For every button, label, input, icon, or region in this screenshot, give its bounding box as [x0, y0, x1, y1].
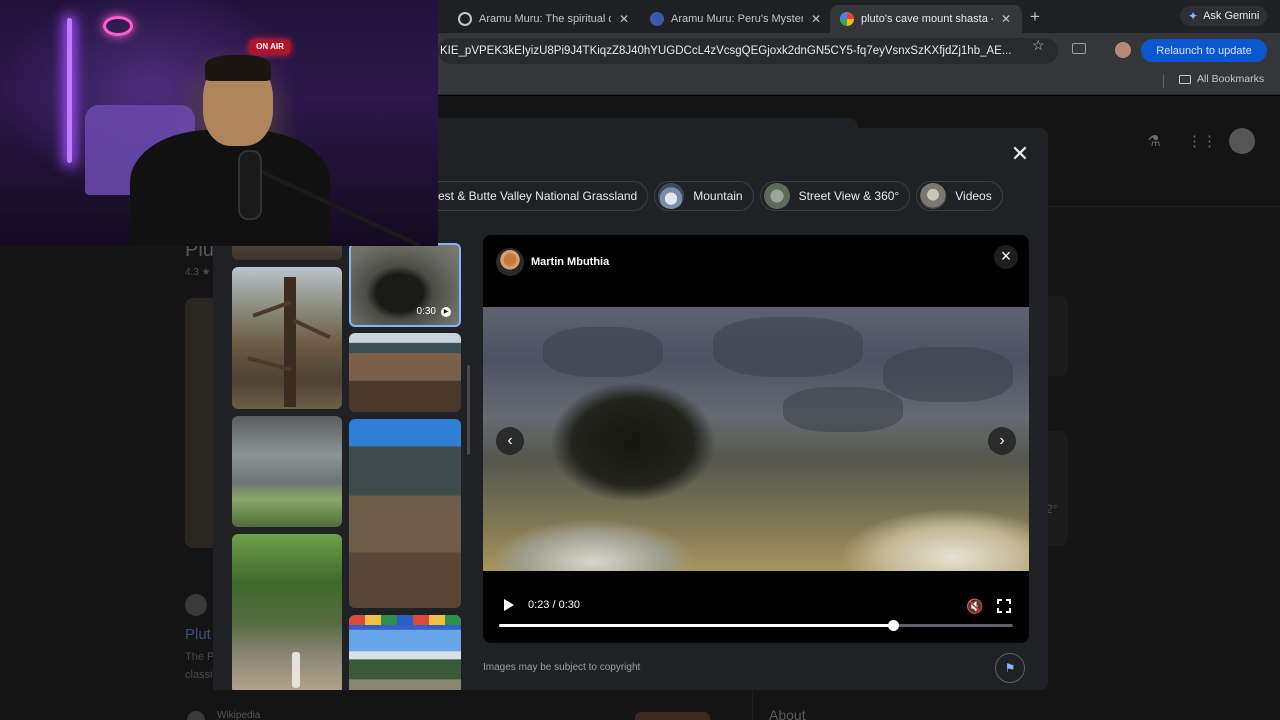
video-player: Martin Mbuthia × ‹ › 0:23 / 0:30 🔇 [483, 235, 1029, 643]
close-tab-icon[interactable]: ✕ [811, 12, 821, 26]
microphone [238, 150, 262, 220]
report-flag-icon[interactable]: ⚑ [995, 653, 1025, 683]
about-heading: About [769, 707, 806, 720]
video-thumbnail-selected[interactable]: 0:30 ▶ [349, 243, 461, 327]
tab-aramu-muru-peru[interactable]: Aramu Muru: Peru's Mysterio ✕ [640, 5, 831, 33]
tab-favicon-icon [458, 12, 472, 26]
progress-scrubber[interactable] [888, 620, 900, 631]
all-bookmarks-label: All Bookmarks [1197, 73, 1265, 85]
result-snippet: classi [185, 669, 213, 681]
tab-title: pluto's cave mount shasta - G [861, 13, 993, 25]
media-thumbnail-grid: 0:30 ▶ [232, 232, 462, 690]
gemini-sparkle-icon: ✦ [1188, 9, 1199, 23]
streamer-hair [205, 55, 271, 81]
tab-plutos-cave-search[interactable]: pluto's cave mount shasta - G ✕ [830, 5, 1022, 33]
result-snippet: The P [185, 651, 215, 663]
photo-thumbnail[interactable] [232, 267, 342, 409]
site-favicon-icon [185, 594, 207, 616]
on-air-sign: ON AIR [250, 40, 290, 54]
webcam-overlay: ON AIR [0, 0, 438, 246]
close-tab-icon[interactable]: ✕ [1001, 12, 1011, 26]
uploader-name[interactable]: Martin Mbuthia [531, 256, 609, 268]
video-duration: 0:30 ▶ [417, 306, 451, 317]
photo-thumbnail[interactable] [349, 615, 461, 690]
neon-light [67, 18, 72, 163]
street-view-thumbnail [763, 183, 790, 209]
divider [1163, 74, 1164, 88]
result-thumbnail [635, 712, 710, 720]
place-rating: 4.3 ★ [185, 267, 211, 278]
new-tab-button[interactable]: + [1030, 7, 1040, 27]
apps-grid-icon[interactable]: ⋮⋮ [1187, 132, 1217, 150]
photo-thumbnail[interactable] [349, 333, 461, 412]
photo-thumbnail[interactable] [232, 416, 342, 527]
labs-flask-icon[interactable]: ⚗ [1145, 132, 1163, 150]
uploader-avatar[interactable] [496, 248, 524, 276]
rock-texture [883, 347, 1013, 402]
tab-title: Aramu Muru: The spiritual do [479, 13, 611, 25]
address-bar[interactable]: KIE_pVPEK3kEIyizU8Pi9J4TKiqzZ8J40hYUGDCc… [438, 38, 1058, 64]
folder-icon [1179, 74, 1191, 84]
video-frame[interactable] [483, 307, 1029, 571]
muted-speaker-icon[interactable]: 🔇 [966, 598, 984, 614]
chip-butte-valley-grassland[interactable]: est & Butte Valley National Grassland [438, 181, 649, 211]
time-display: 0:23 / 0:30 [528, 599, 580, 611]
previous-arrow-icon[interactable]: ‹ [496, 427, 524, 455]
neon-ufo-sign [103, 16, 133, 36]
page-header-actions: ⚗ ⋮⋮ [1145, 128, 1255, 154]
copyright-notice: Images may be subject to copyright [483, 662, 641, 673]
video-progress-bar[interactable] [499, 620, 1013, 631]
result-link[interactable]: Plut [185, 626, 211, 643]
tree-trunk [284, 277, 296, 407]
hiker-figure [292, 652, 300, 688]
chip-label: est & Butte Valley National Grassland [438, 189, 638, 203]
tab-title: Aramu Muru: Peru's Mysterio [671, 13, 803, 25]
next-arrow-icon[interactable]: › [988, 427, 1016, 455]
chip-mountain[interactable]: Mountain [654, 181, 754, 211]
google-icon [840, 12, 854, 26]
photo-thumbnail[interactable] [232, 534, 342, 690]
play-icon[interactable] [503, 598, 515, 612]
tab-favicon-icon [650, 12, 664, 26]
rock-texture [543, 327, 663, 377]
tree-branch [293, 318, 331, 340]
info-card [1048, 296, 1068, 376]
chip-videos[interactable]: Videos [916, 181, 1003, 211]
cast-icon[interactable] [1072, 43, 1086, 54]
rock-texture [713, 317, 863, 377]
fullscreen-icon[interactable] [996, 598, 1012, 614]
ask-gemini-label: Ask Gemini [1203, 10, 1260, 22]
bookmark-star-icon[interactable]: ☆ [1032, 37, 1045, 54]
prayer-flags [349, 615, 461, 625]
mountain-thumbnail [658, 183, 685, 209]
profile-avatar-icon[interactable] [1115, 42, 1131, 58]
progress-fill [499, 624, 894, 627]
chip-label: Videos [955, 189, 992, 203]
chip-label: Mountain [693, 189, 743, 203]
all-bookmarks-button[interactable]: All Bookmarks [1179, 73, 1264, 85]
user-avatar[interactable] [1229, 128, 1255, 154]
wikipedia-icon [187, 711, 205, 720]
duration-label: 0:30 [416, 306, 436, 317]
close-player-icon[interactable]: × [994, 245, 1018, 269]
video-controls: 0:23 / 0:30 🔇 [483, 571, 1029, 643]
filter-chips: est & Butte Valley National Grassland Mo… [438, 181, 1003, 211]
play-icon: ▶ [441, 306, 451, 317]
wikipedia-source[interactable]: Wikipedia [217, 710, 260, 720]
ask-gemini-button[interactable]: ✦ Ask Gemini [1180, 6, 1268, 26]
photo-thumbnail[interactable] [349, 419, 461, 608]
place-photo-card [185, 298, 213, 548]
videos-thumbnail [920, 183, 947, 209]
rock-texture [783, 387, 903, 432]
info-card [1048, 431, 1068, 546]
grid-scrollbar[interactable] [467, 365, 470, 455]
close-modal-icon[interactable]: ✕ [1010, 143, 1030, 165]
close-tab-icon[interactable]: ✕ [619, 12, 629, 26]
tab-aramu-muru-spiritual[interactable]: Aramu Muru: The spiritual do ✕ [448, 5, 639, 33]
relaunch-to-update-button[interactable]: Relaunch to update [1141, 39, 1267, 62]
chip-street-view[interactable]: Street View & 360° [759, 181, 911, 211]
chip-label: Street View & 360° [798, 189, 900, 203]
url-text: KIE_pVPEK3kEIyizU8Pi9J4TKiqzZ8J40hYUGDCc… [440, 45, 1012, 57]
